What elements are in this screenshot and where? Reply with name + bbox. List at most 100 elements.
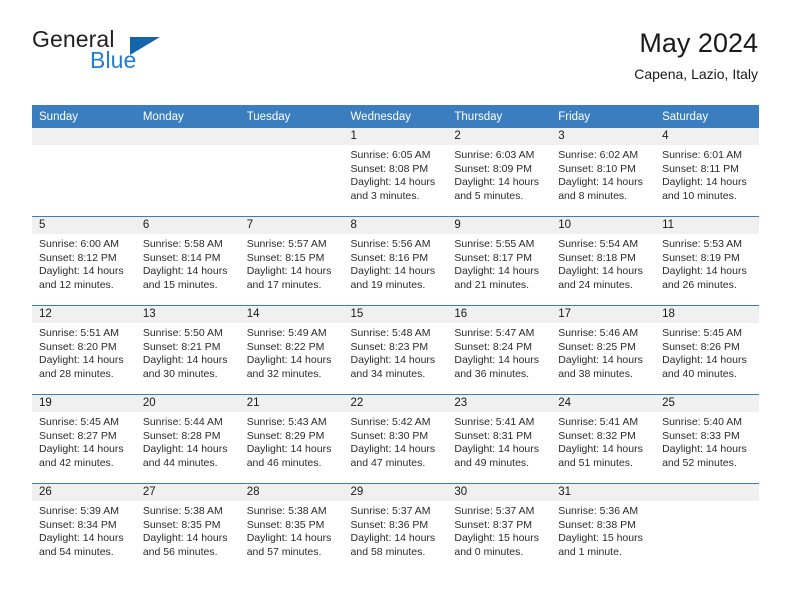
calendar-day-cell[interactable]: 31 Sunrise: 5:36 AM Sunset: 8:38 PM Dayligh… <box>551 483 656 572</box>
day-number: 20 <box>135 395 240 412</box>
calendar-day-cell[interactable]: 21 Sunrise: 5:43 AM Sunset: 8:29 PM Dayligh… <box>239 394 344 484</box>
calendar-day-cell[interactable]: 29 Sunrise: 5:37 AM Sunset: 8:36 PM Dayligh… <box>343 483 448 572</box>
day-details: Sunrise: 5:38 AM Sunset: 8:35 PM Daylight:… <box>136 501 240 559</box>
daylight-text: Daylight: 14 hours and 15 minutes. <box>142 265 228 291</box>
day-details: Sunrise: 5:37 AM Sunset: 8:36 PM Daylight:… <box>344 501 448 559</box>
sunset-text: Sunset: 8:11 PM <box>662 162 739 175</box>
day-details: Sunrise: 5:36 AM Sunset: 8:38 PM Daylight:… <box>551 501 655 559</box>
day-number: 3 <box>551 128 656 145</box>
day-number: 16 <box>447 306 552 323</box>
calendar-day-cell[interactable]: 30 Sunrise: 5:37 AM Sunset: 8:37 PM Dayligh… <box>447 483 552 572</box>
calendar-day-cell[interactable]: 20 Sunrise: 5:44 AM Sunset: 8:28 PM Dayligh… <box>135 394 240 484</box>
sunrise-text: Sunrise: 5:54 AM <box>558 238 639 250</box>
sunset-text: Sunset: 8:16 PM <box>350 251 429 264</box>
calendar-day-cell[interactable]: 4 Sunrise: 6:01 AM Sunset: 8:11 PM Daylight… <box>655 128 759 217</box>
calendar-day-cell[interactable]: 6 Sunrise: 5:58 AM Sunset: 8:14 PM Daylight… <box>135 216 240 306</box>
day-details: Sunrise: 5:47 AM Sunset: 8:24 PM Daylight:… <box>447 323 551 381</box>
calendar-day-cell[interactable]: 9 Sunrise: 5:55 AM Sunset: 8:17 PM Daylight… <box>447 216 552 306</box>
day-number: 15 <box>343 306 448 323</box>
calendar-day-cell[interactable]: 17 Sunrise: 5:46 AM Sunset: 8:25 PM Dayligh… <box>551 305 656 395</box>
sunset-text: Sunset: 8:14 PM <box>142 251 221 264</box>
day-details: Sunrise: 5:43 AM Sunset: 8:29 PM Daylight:… <box>240 412 344 470</box>
calendar-day-cell[interactable]: 16 Sunrise: 5:47 AM Sunset: 8:24 PM Dayligh… <box>447 305 552 395</box>
calendar-week-row: 19 Sunrise: 5:45 AM Sunset: 8:27 PM Dayligh… <box>32 394 759 484</box>
calendar-week-row: 12 Sunrise: 5:51 AM Sunset: 8:20 PM Dayligh… <box>32 305 759 395</box>
calendar-day-cell[interactable]: 2 Sunrise: 6:03 AM Sunset: 8:09 PM Daylight… <box>447 128 552 217</box>
day-number: 29 <box>343 484 448 501</box>
sunrise-text: Sunrise: 5:47 AM <box>454 327 535 339</box>
calendar-day-cell[interactable]: 7 Sunrise: 5:57 AM Sunset: 8:15 PM Daylight… <box>239 216 344 306</box>
calendar-day-cell[interactable]: 1 Sunrise: 6:05 AM Sunset: 8:08 PM Daylight… <box>343 128 448 217</box>
sunset-text: Sunset: 8:29 PM <box>246 429 325 442</box>
day-number: 19 <box>32 395 136 412</box>
calendar-day-cell[interactable]: 11 Sunrise: 5:53 AM Sunset: 8:19 PM Dayligh… <box>655 216 759 306</box>
day-number: 21 <box>239 395 344 412</box>
sunrise-text: Sunrise: 5:37 AM <box>350 505 431 517</box>
page-subtitle: Capena, Lazio, Italy <box>634 66 758 82</box>
day-number: 13 <box>135 306 240 323</box>
sunset-text: Sunset: 8:22 PM <box>246 340 325 353</box>
sunset-text: Sunset: 8:25 PM <box>558 340 636 353</box>
daylight-text: Daylight: 14 hours and 26 minutes. <box>662 265 747 291</box>
day-details: Sunrise: 5:49 AM Sunset: 8:22 PM Daylight:… <box>240 323 344 381</box>
calendar-day-cell[interactable]: 23 Sunrise: 5:41 AM Sunset: 8:31 PM Dayligh… <box>447 394 552 484</box>
daylight-text: Daylight: 14 hours and 32 minutes. <box>246 354 332 380</box>
calendar-day-cell[interactable]: 24 Sunrise: 5:41 AM Sunset: 8:32 PM Dayligh… <box>551 394 656 484</box>
sunset-text: Sunset: 8:10 PM <box>558 162 636 175</box>
day-number: 25 <box>655 395 759 412</box>
daylight-text: Daylight: 14 hours and 52 minutes. <box>662 443 747 469</box>
calendar-day-cell[interactable]: 26 Sunrise: 5:39 AM Sunset: 8:34 PM Dayligh… <box>32 483 136 572</box>
day-details: Sunrise: 5:51 AM Sunset: 8:20 PM Daylight:… <box>32 323 136 381</box>
calendar-day-cell[interactable]: 3 Sunrise: 6:02 AM Sunset: 8:10 PM Daylight… <box>551 128 656 217</box>
daylight-text: Daylight: 14 hours and 38 minutes. <box>558 354 643 380</box>
daylight-text: Daylight: 14 hours and 57 minutes. <box>246 532 332 558</box>
day-number: 14 <box>239 306 344 323</box>
day-details: Sunrise: 6:00 AM Sunset: 8:12 PM Daylight:… <box>32 234 136 292</box>
daylight-text: Daylight: 14 hours and 56 minutes. <box>142 532 228 558</box>
calendar-day-cell[interactable]: 19 Sunrise: 5:45 AM Sunset: 8:27 PM Dayligh… <box>32 394 136 484</box>
calendar-day-cell[interactable]: 27 Sunrise: 5:38 AM Sunset: 8:35 PM Dayligh… <box>135 483 240 572</box>
day-details: Sunrise: 5:39 AM Sunset: 8:34 PM Daylight:… <box>32 501 136 559</box>
day-details: Sunrise: 5:54 AM Sunset: 8:18 PM Daylight:… <box>551 234 655 292</box>
calendar-day-cell[interactable]: 8 Sunrise: 5:56 AM Sunset: 8:16 PM Daylight… <box>343 216 448 306</box>
calendar-day-cell[interactable]: 28 Sunrise: 5:38 AM Sunset: 8:35 PM Dayligh… <box>239 483 344 572</box>
sunrise-text: Sunrise: 5:41 AM <box>454 416 535 428</box>
calendar-grid: Sunday Monday Tuesday Wednesday Thursday Frid… <box>32 105 759 572</box>
calendar-week-row: 26 Sunrise: 5:39 AM Sunset: 8:34 PM Dayligh… <box>32 483 759 572</box>
title-block: May 2024 Capena, Lazio, Italy <box>634 26 758 84</box>
daylight-text: Daylight: 14 hours and 54 minutes. <box>39 532 124 558</box>
sunset-text: Sunset: 8:09 PM <box>454 162 533 175</box>
general-blue-logo[interactable]: General Blue <box>32 26 232 84</box>
daylight-text: Daylight: 14 hours and 44 minutes. <box>142 443 228 469</box>
sunrise-text: Sunrise: 5:49 AM <box>246 327 327 339</box>
day-number <box>135 128 240 145</box>
day-number: 8 <box>343 217 448 234</box>
daylight-text: Daylight: 14 hours and 24 minutes. <box>558 265 643 291</box>
day-details: Sunrise: 6:05 AM Sunset: 8:08 PM Daylight:… <box>344 145 448 203</box>
daylight-text: Daylight: 14 hours and 5 minutes. <box>454 176 540 202</box>
daylight-text: Daylight: 14 hours and 42 minutes. <box>39 443 124 469</box>
day-details: Sunrise: 6:03 AM Sunset: 8:09 PM Daylight:… <box>447 145 551 203</box>
sunset-text: Sunset: 8:12 PM <box>39 251 117 264</box>
calendar-day-cell[interactable]: 18 Sunrise: 5:45 AM Sunset: 8:26 PM Dayligh… <box>655 305 759 395</box>
calendar-day-cell[interactable]: 15 Sunrise: 5:48 AM Sunset: 8:23 PM Dayligh… <box>343 305 448 395</box>
calendar-day-cell[interactable]: 13 Sunrise: 5:50 AM Sunset: 8:21 PM Dayligh… <box>135 305 240 395</box>
sunset-text: Sunset: 8:32 PM <box>558 429 636 442</box>
calendar-day-cell[interactable]: 10 Sunrise: 5:54 AM Sunset: 8:18 PM Dayligh… <box>551 216 656 306</box>
calendar-day-cell[interactable]: 25 Sunrise: 5:40 AM Sunset: 8:33 PM Dayligh… <box>655 394 759 484</box>
weekday-header-thursday: Thursday <box>447 105 552 128</box>
sunset-text: Sunset: 8:24 PM <box>454 340 533 353</box>
sunset-text: Sunset: 8:08 PM <box>350 162 429 175</box>
calendar-day-cell[interactable]: 14 Sunrise: 5:49 AM Sunset: 8:22 PM Dayligh… <box>239 305 344 395</box>
daylight-text: Daylight: 14 hours and 17 minutes. <box>246 265 332 291</box>
sunrise-text: Sunrise: 6:02 AM <box>558 149 639 161</box>
calendar-week-row: 1 Sunrise: 6:05 AM Sunset: 8:08 PM Daylight… <box>32 128 759 217</box>
day-details: Sunrise: 5:55 AM Sunset: 8:17 PM Daylight:… <box>447 234 551 292</box>
sunset-text: Sunset: 8:31 PM <box>454 429 533 442</box>
day-number: 2 <box>447 128 552 145</box>
calendar-day-cell[interactable]: 5 Sunrise: 6:00 AM Sunset: 8:12 PM Daylight… <box>32 216 136 306</box>
calendar-day-cell[interactable]: 12 Sunrise: 5:51 AM Sunset: 8:20 PM Dayligh… <box>32 305 136 395</box>
calendar-page: General Blue May 2024 Capena, Lazio, Ita… <box>0 0 792 612</box>
calendar-day-cell[interactable]: 22 Sunrise: 5:42 AM Sunset: 8:30 PM Dayligh… <box>343 394 448 484</box>
sunrise-text: Sunrise: 5:38 AM <box>246 505 327 517</box>
